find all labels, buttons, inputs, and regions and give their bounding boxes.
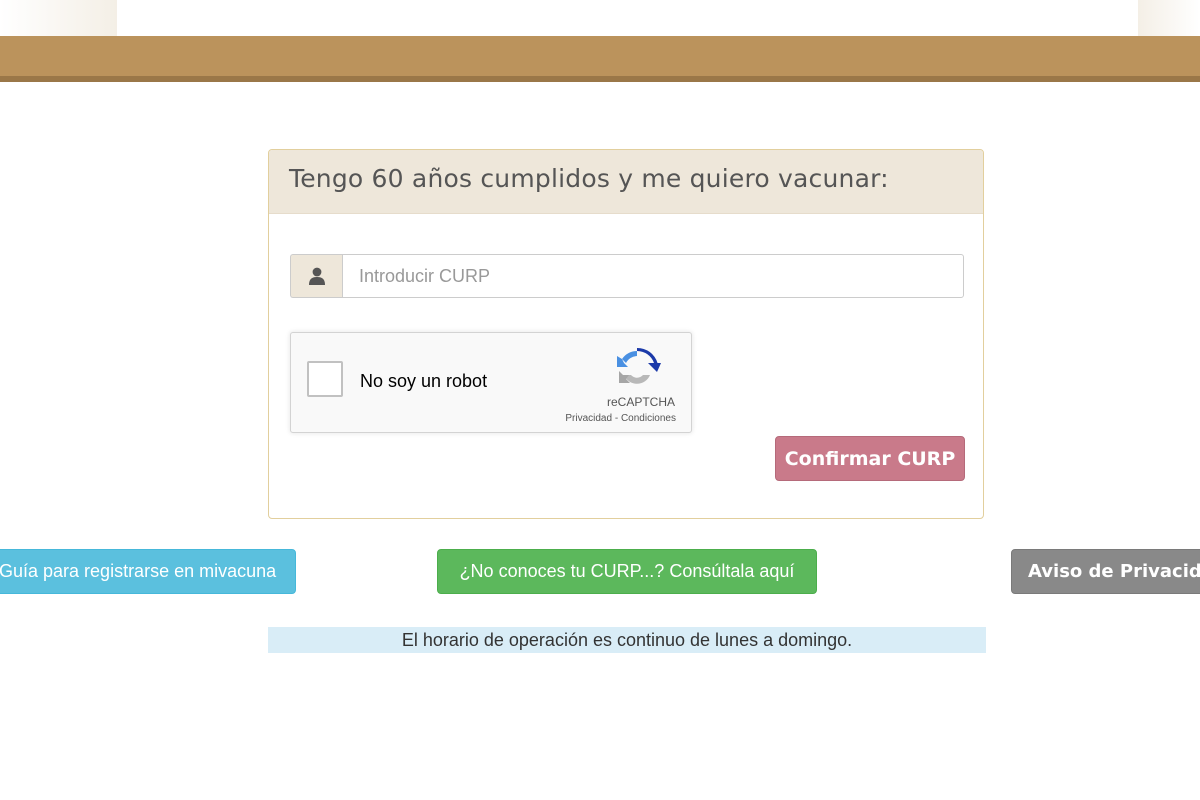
panel-heading: Tengo 60 años cumplidos y me quiero vacu… [269,150,983,214]
schedule-notice: El horario de operación es continuo de l… [268,627,986,653]
curp-input-group [290,254,964,298]
curp-input[interactable] [342,254,964,298]
top-strip-shade-right [1138,0,1200,36]
recaptcha-widget: No soy un robot reCAPTCHA Privacidad - C… [290,332,692,433]
recaptcha-label: No soy un robot [360,371,488,391]
registration-guide-button[interactable]: Guía para registrarse en mivacuna [0,549,296,594]
recaptcha-privacy-link[interactable]: Privacidad [565,413,612,424]
top-strip-shade-left [0,0,117,36]
top-strip [0,0,1200,36]
page: Tengo 60 años cumplidos y me quiero vacu… [0,0,1200,800]
privacy-notice-button[interactable]: Aviso de Privacidad [1011,549,1200,594]
panel-title: Tengo 60 años cumplidos y me quiero vacu… [289,164,889,193]
curp-panel: Tengo 60 años cumplidos y me quiero vacu… [268,149,984,519]
curp-lookup-button[interactable]: ¿No conoces tu CURP...? Consúltala aquí [437,549,817,594]
recaptcha-terms-link[interactable]: Condiciones [621,413,676,424]
confirm-curp-button[interactable]: Confirmar CURP [775,436,965,481]
recaptcha-brand: reCAPTCHA [606,395,675,409]
recaptcha-logo-icon [613,345,661,393]
user-icon [290,254,342,298]
header-bar [0,36,1200,82]
recaptcha-separator: - [612,413,621,424]
recaptcha-terms: Privacidad - Condiciones [565,413,676,424]
recaptcha-checkbox[interactable] [307,361,343,397]
